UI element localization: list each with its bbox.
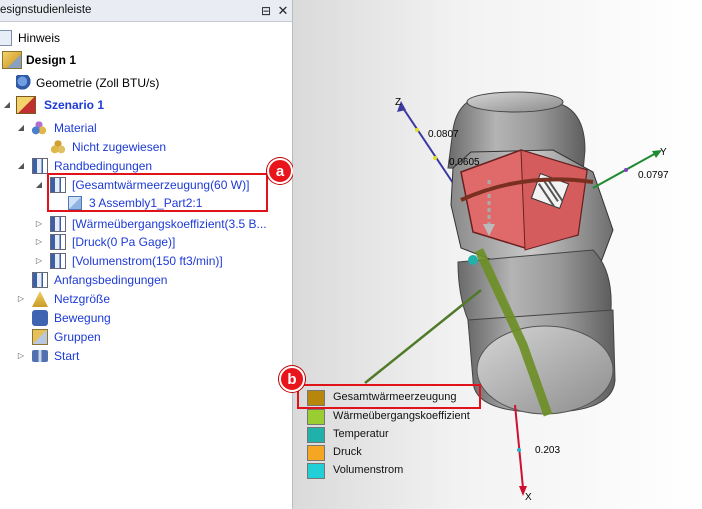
design-icon xyxy=(2,51,22,69)
legend-swatch xyxy=(307,409,325,425)
geometry-icon xyxy=(16,75,32,91)
y-axis-label: Y xyxy=(660,147,667,158)
callout-box-b xyxy=(297,384,481,409)
tree-item-start[interactable]: ▷ Start xyxy=(0,347,290,365)
tree-item-label: Design 1 xyxy=(26,53,77,67)
hint-icon xyxy=(0,30,12,46)
callout-box-a xyxy=(47,173,268,212)
boundary-condition-icon xyxy=(50,234,66,250)
tree-item-bc-heat-transfer[interactable]: ▷ [Wärmeübergangskoeffizient(3.5 B... xyxy=(0,215,290,233)
legend-item: Wärmeübergangskoeffizient xyxy=(307,408,497,426)
upper-cylinder-cap xyxy=(466,91,564,113)
boundary-condition-icon xyxy=(50,216,66,232)
z-axis-line xyxy=(400,104,456,187)
tree-item-label: Start xyxy=(54,349,80,363)
tree-item-label: Geometrie (Zoll BTU/s) xyxy=(36,76,160,90)
legend-label: Temperatur xyxy=(333,428,389,440)
tree-item-motion[interactable]: Bewegung xyxy=(0,309,290,327)
legend-label: Volumenstrom xyxy=(333,464,404,476)
tree-item-label: Szenario 1 xyxy=(44,98,105,112)
z-axis-label: Z xyxy=(395,97,402,108)
collapse-arrow-icon[interactable]: ◢ xyxy=(16,157,26,175)
legend-swatch xyxy=(307,463,325,479)
tree-item-groups[interactable]: Gruppen xyxy=(0,328,290,346)
legend-swatch xyxy=(307,427,325,443)
y-axis-tick-label: 0.0797 xyxy=(638,170,669,181)
collapse-arrow-icon[interactable]: ◢ xyxy=(34,176,44,194)
tree-item-label: Material xyxy=(54,121,97,135)
callout-badge-a: a xyxy=(267,158,293,184)
z-axis-tick-label: 0.0807 xyxy=(428,129,459,140)
legend-item: Volumenstrom xyxy=(307,462,497,480)
tree-item-geometry[interactable]: Geometrie (Zoll BTU/s) xyxy=(0,74,290,92)
legend-swatch xyxy=(307,445,325,461)
x-axis-label: X xyxy=(525,492,532,503)
material-icon xyxy=(50,139,66,155)
tree-item-material[interactable]: ◢ Material xyxy=(0,119,290,137)
design-study-panel: esignstudienleiste ⊟ ✕ Hinweis Design 1 … xyxy=(0,0,293,509)
3d-viewport[interactable]: Z 0.0807 0.0605 Y 0.0797 X 0.203 Gesamtw… xyxy=(279,0,702,509)
initial-conditions-icon xyxy=(32,272,48,288)
z-axis-tick-label-2: 0.0605 xyxy=(449,157,480,168)
groups-icon xyxy=(32,329,48,345)
tree-item-hint[interactable]: Hinweis xyxy=(0,29,290,47)
tree-item-label: Netzgröße xyxy=(54,292,111,306)
tree-item-label: Anfangsbedingungen xyxy=(54,273,168,287)
tree-item-label: [Wärmeübergangskoeffizient(3.5 B... xyxy=(72,217,267,231)
boundary-condition-icon xyxy=(32,158,48,174)
x-axis-tick xyxy=(517,448,521,452)
z-axis-tick xyxy=(415,128,419,132)
tree-item-initial-conditions[interactable]: Anfangsbedingungen xyxy=(0,271,290,289)
legend-item: Temperatur xyxy=(307,426,497,444)
collapse-arrow-icon[interactable]: ◢ xyxy=(16,119,26,137)
expand-arrow-icon[interactable]: ▷ xyxy=(16,347,26,365)
expand-arrow-icon[interactable]: ▷ xyxy=(34,252,44,270)
x-axis-line xyxy=(514,404,524,489)
legend-leader-line xyxy=(364,289,482,384)
mesh-icon xyxy=(32,291,48,307)
motion-icon xyxy=(32,310,48,326)
tree-item-label: Hinweis xyxy=(18,31,61,45)
panel-title-bar: esignstudienleiste ⊟ ✕ xyxy=(0,0,292,22)
y-axis-tick xyxy=(624,168,628,172)
legend-label: Wärmeübergangskoeffizient xyxy=(333,410,470,422)
tree-item-label: Gruppen xyxy=(54,330,101,344)
tree-item-bc-pressure[interactable]: ▷ [Druck(0 Pa Gage)] xyxy=(0,233,290,251)
z-axis-tick xyxy=(433,156,437,160)
close-icon[interactable]: ✕ xyxy=(275,3,291,19)
tree-item-mesh-size[interactable]: ▷ Netzgröße xyxy=(0,290,290,308)
tree-item-label: [Druck(0 Pa Gage)] xyxy=(72,235,176,249)
scenario-icon xyxy=(16,96,36,114)
expand-arrow-icon[interactable]: ▷ xyxy=(34,215,44,233)
material-icon xyxy=(31,120,47,136)
boundary-condition-icon xyxy=(50,253,66,269)
x-axis-tick-label: 0.203 xyxy=(535,445,561,456)
callout-badge-b: b xyxy=(279,366,305,392)
temperature-marker xyxy=(468,255,478,265)
tree-item-label: Nicht zugewiesen xyxy=(72,140,167,154)
start-icon xyxy=(32,350,48,362)
tree-item-bc-volume-flow[interactable]: ▷ [Volumenstrom(150 ft3/min)] xyxy=(0,252,290,270)
tree-item-not-assigned[interactable]: Nicht zugewiesen xyxy=(0,138,290,156)
collapse-arrow-icon[interactable]: ◢ xyxy=(2,96,12,114)
tree-item-label: Bewegung xyxy=(54,311,111,325)
tree-item-design[interactable]: Design 1 xyxy=(0,51,290,69)
panel-title: esignstudienleiste xyxy=(0,4,92,16)
expand-arrow-icon[interactable]: ▷ xyxy=(34,233,44,251)
legend-item: Druck xyxy=(307,444,497,462)
pin-icon[interactable]: ⊟ xyxy=(258,3,274,19)
legend-label: Druck xyxy=(333,446,362,458)
tree-item-label: [Volumenstrom(150 ft3/min)] xyxy=(72,254,223,268)
expand-arrow-icon[interactable]: ▷ xyxy=(16,290,26,308)
tree-item-scenario[interactable]: ◢ Szenario 1 xyxy=(0,96,290,114)
